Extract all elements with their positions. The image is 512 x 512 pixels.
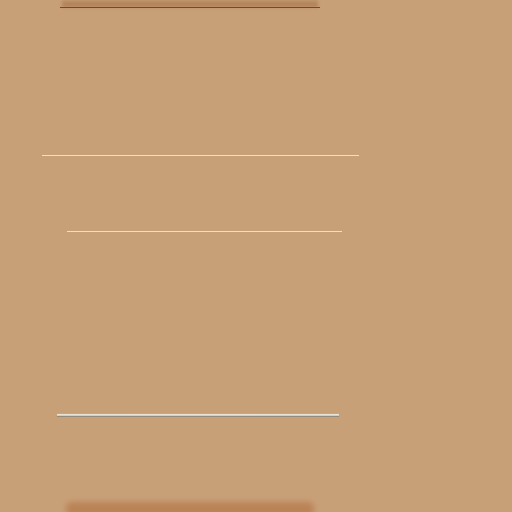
screen (0, 0, 512, 512)
bottom-shadow (66, 502, 314, 512)
top-shadow (62, 0, 318, 7)
separator-rule-1 (42, 155, 359, 156)
top-edge (60, 7, 320, 8)
metal-rule (57, 413, 339, 417)
separator-rule-2 (67, 231, 342, 232)
